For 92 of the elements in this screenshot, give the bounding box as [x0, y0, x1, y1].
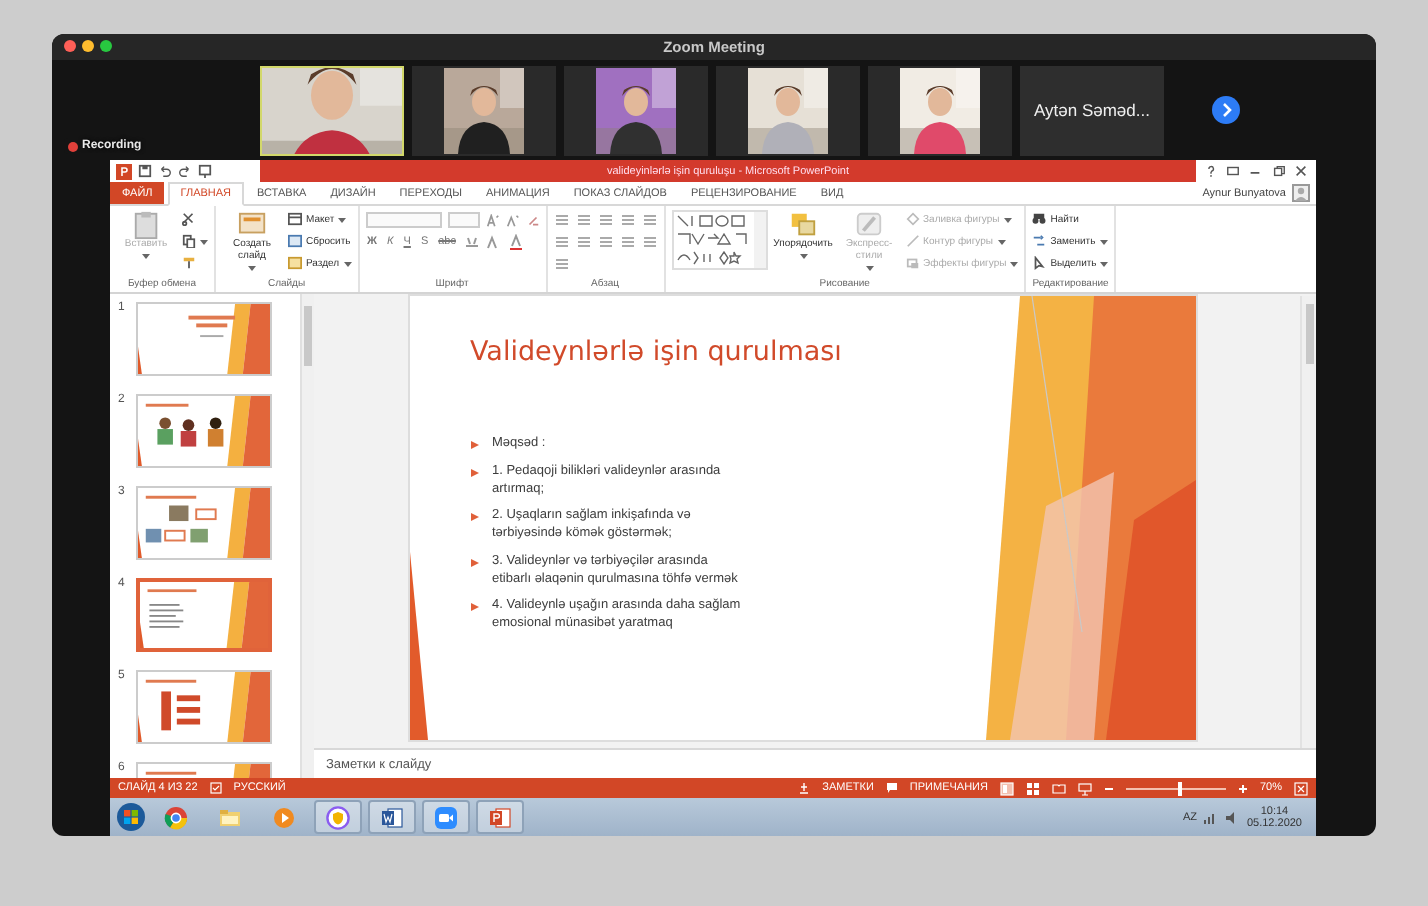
clear-format-icon[interactable]	[525, 213, 540, 227]
video-tile[interactable]	[868, 65, 1012, 155]
reading-view-icon[interactable]	[1051, 781, 1066, 795]
taskbar-button[interactable]	[368, 800, 416, 834]
restore-button[interactable]	[1271, 164, 1286, 178]
taskbar-button[interactable]	[476, 800, 524, 834]
cursor-icon	[1032, 256, 1047, 270]
slide-thumbnail[interactable]	[136, 670, 272, 744]
taskbar-button[interactable]	[314, 800, 362, 834]
avatar-icon[interactable]	[1292, 184, 1310, 202]
next-page-button[interactable]	[1212, 96, 1240, 124]
zoom-in-icon[interactable]	[1237, 783, 1248, 793]
video-tile[interactable]	[716, 65, 860, 155]
paragraph-icon[interactable]	[597, 212, 614, 228]
paragraph-icon[interactable]	[641, 234, 658, 250]
bullet-icon	[470, 602, 480, 613]
folder-icon	[218, 805, 242, 829]
reset-icon	[288, 234, 302, 248]
fit-icon[interactable]	[1294, 781, 1308, 795]
case-icon[interactable]	[485, 234, 502, 250]
play-icon	[272, 805, 296, 829]
layout-icon	[288, 212, 302, 226]
grid-view-icon[interactable]	[1025, 781, 1040, 795]
bullet-icon	[470, 512, 480, 523]
save-icon[interactable]	[138, 164, 152, 178]
slide-thumbnail[interactable]	[136, 486, 272, 560]
paragraph-icon[interactable]	[553, 256, 570, 272]
help-icon[interactable]	[1204, 164, 1219, 178]
slideshow-icon[interactable]	[1077, 781, 1092, 795]
paragraph-icon[interactable]	[597, 234, 614, 250]
slide-thumbnail[interactable]	[136, 394, 272, 468]
copy-button[interactable]	[182, 232, 208, 250]
recording-icon	[68, 141, 78, 151]
presentation-icon	[488, 805, 512, 829]
slide-thumbnail[interactable]	[136, 578, 272, 652]
shield-icon	[326, 805, 350, 829]
shrink-font-icon[interactable]	[505, 213, 520, 227]
network-icon[interactable]	[1202, 809, 1219, 825]
spacing-icon[interactable]	[463, 234, 480, 250]
paint-bucket-icon	[905, 212, 920, 226]
comment-icon[interactable]	[885, 782, 898, 794]
paragraph-icon[interactable]	[575, 212, 592, 228]
redo-icon[interactable]	[178, 164, 192, 178]
taskbar-button[interactable]	[422, 800, 470, 834]
scissors-icon	[182, 212, 196, 226]
close-button[interactable]	[1293, 164, 1308, 178]
paragraph-icon[interactable]	[641, 212, 658, 228]
close-button[interactable]	[64, 40, 76, 52]
slider-thumb[interactable]	[1178, 781, 1183, 795]
grow-font-icon[interactable]	[485, 213, 500, 227]
paragraph-icon[interactable]	[575, 234, 592, 250]
section-icon	[288, 256, 302, 270]
participant-tile[interactable]: Aytən Səməd...	[1020, 65, 1164, 155]
copy-icon	[182, 234, 196, 248]
font-color-icon[interactable]	[507, 234, 524, 250]
effects-icon	[905, 256, 920, 270]
color-wheel-icon	[164, 805, 188, 829]
zoom-out-icon[interactable]	[1103, 783, 1114, 793]
binoculars-icon	[1032, 212, 1047, 226]
shapes-gallery-drawing[interactable]	[671, 210, 768, 270]
notes-icon[interactable]	[798, 782, 811, 794]
presentation-icon[interactable]	[198, 164, 212, 178]
undo-icon[interactable]	[158, 164, 172, 178]
ribbon-options-icon[interactable]	[1226, 164, 1241, 178]
video-camera-icon	[434, 805, 458, 829]
paragraph-icon[interactable]	[553, 234, 570, 250]
scrollbar[interactable]	[1300, 296, 1316, 748]
video-tile[interactable]	[260, 65, 404, 155]
slide-thumbnail[interactable]	[136, 302, 272, 376]
fullscreen-button[interactable]	[100, 40, 112, 52]
video-tile[interactable]	[564, 65, 708, 155]
font-size-field[interactable]	[447, 212, 480, 228]
normal-view-icon[interactable]	[999, 781, 1014, 795]
font-name-field[interactable]	[365, 212, 442, 228]
replace-icon	[1032, 234, 1047, 248]
bullet-icon	[470, 557, 480, 568]
paragraph-icon[interactable]	[619, 234, 636, 250]
slide-title: Valideynlərlə işin qurulması	[470, 336, 844, 368]
arrange-icon	[788, 210, 819, 240]
document-icon	[380, 805, 404, 829]
participant-name: Aytən Səməd...	[1034, 100, 1150, 120]
paragraph-icon[interactable]	[619, 212, 636, 228]
bullet-icon	[470, 467, 480, 478]
spellcheck-icon[interactable]	[209, 782, 222, 794]
pen-icon	[905, 234, 920, 248]
minimize-button[interactable]	[82, 40, 94, 52]
scrollbar[interactable]	[300, 294, 314, 778]
video-tile[interactable]	[412, 65, 556, 155]
brush-icon	[182, 256, 196, 270]
start-orb-icon[interactable]	[116, 802, 146, 832]
bullet-icon	[470, 440, 480, 450]
paragraph-icon[interactable]	[553, 212, 570, 228]
